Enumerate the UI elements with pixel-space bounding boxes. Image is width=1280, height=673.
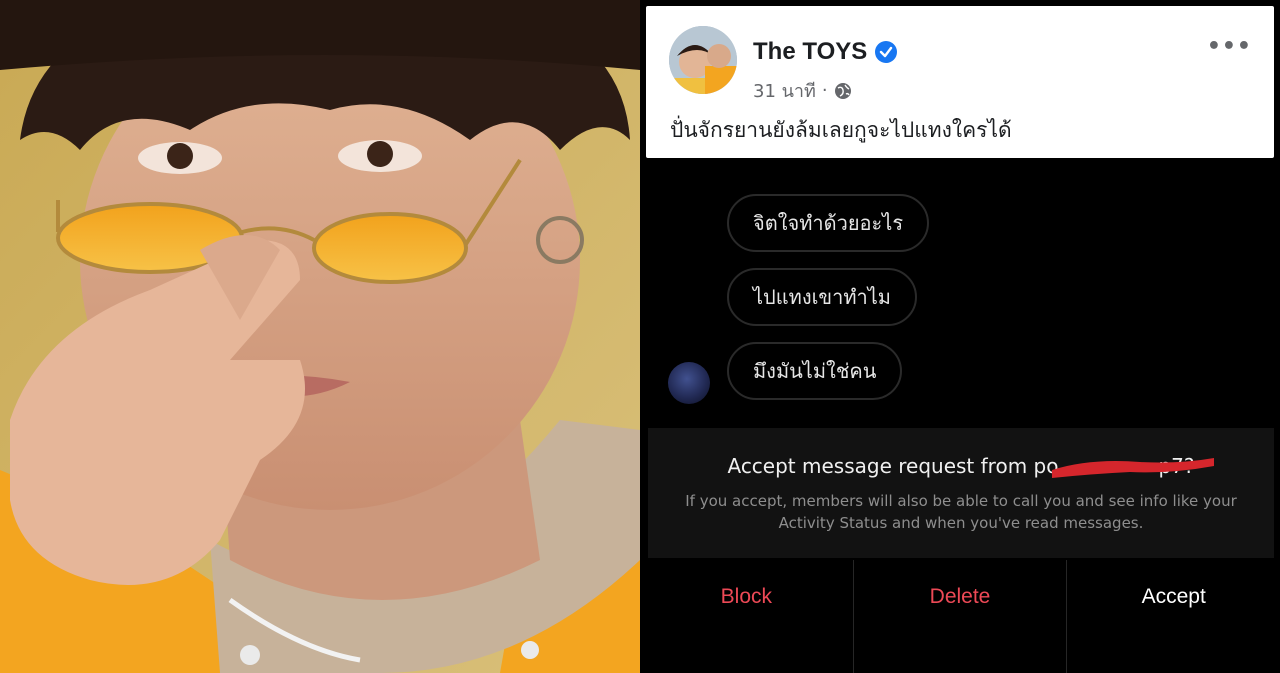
delete-button[interactable]: Delete — [854, 560, 1068, 673]
request-description: If you accept, members will also be able… — [685, 492, 1237, 532]
message-bubble: จิตใจทำด้วยอะไร — [727, 194, 930, 252]
portrait-photo — [0, 0, 640, 673]
request-title-prefix: Accept message request from — [727, 454, 1034, 478]
verified-badge-icon — [875, 41, 898, 63]
facebook-post-card: The TOYS 31 นาที · ••• ปั่นจักรยานยังล้ม… — [646, 6, 1274, 158]
message-request-panel: Accept message request from pop7? If you… — [648, 428, 1274, 558]
page-avatar[interactable] — [669, 26, 737, 94]
screenshot-panel: The TOYS 31 นาที · ••• ปั่นจักรยานยังล้ม… — [640, 0, 1280, 673]
avatar-image — [669, 26, 737, 94]
accept-button[interactable]: Accept — [1067, 560, 1280, 673]
meta-separator: · — [821, 80, 828, 101]
more-options-icon[interactable]: ••• — [1207, 34, 1252, 59]
post-text: ปั่นจักรยานยังล้มเลยกูจะไปแทงใครได้ — [670, 118, 1012, 142]
author-row: The TOYS — [753, 38, 898, 66]
composite-image: The TOYS 31 นาที · ••• ปั่นจักรยานยังล้ม… — [0, 0, 1280, 673]
message-bubble: ไปแทงเขาทำไม — [727, 268, 917, 326]
author-name[interactable]: The TOYS — [753, 38, 867, 66]
request-actions: Block Delete Accept — [640, 560, 1280, 673]
portrait-illustration — [0, 0, 640, 673]
block-button[interactable]: Block — [640, 560, 854, 673]
message-bubble: มึงมันไม่ใช่คน — [727, 342, 903, 400]
redaction-mark — [1052, 458, 1214, 478]
globe-icon — [834, 82, 852, 100]
post-meta: 31 นาที · — [753, 76, 852, 105]
sender-avatar[interactable] — [668, 362, 710, 404]
post-time[interactable]: 31 นาที — [753, 76, 816, 105]
